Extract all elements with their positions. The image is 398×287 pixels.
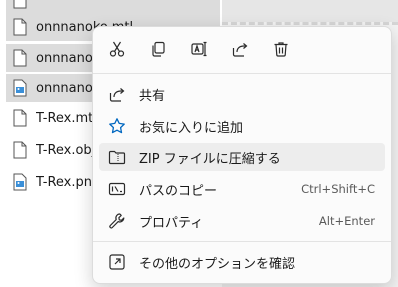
menu-item-add-favorite[interactable]: お気に入りに追加 xyxy=(99,112,385,140)
menu-item-shortcut: Alt+Enter xyxy=(318,214,375,228)
copy-icon xyxy=(149,40,167,62)
menu-item-label: ZIP ファイルに圧縮する xyxy=(139,151,281,167)
menu-item-properties[interactable]: プロパティ Alt+Enter xyxy=(99,207,385,235)
document-icon xyxy=(12,140,28,160)
share-button[interactable] xyxy=(224,35,256,67)
share-icon xyxy=(231,40,249,62)
context-menu: 共有 お気に入りに追加 ZIP ファイルに圧縮する パスのコピー Ctrl+Sh… xyxy=(92,26,392,284)
document-icon xyxy=(12,108,28,128)
menu-item-more-options[interactable]: その他のオプションを確認 xyxy=(99,248,385,276)
menu-item-label: 共有 xyxy=(139,88,166,104)
star-icon xyxy=(107,116,127,136)
delete-button[interactable] xyxy=(265,35,297,67)
menu-item-compress-zip[interactable]: ZIP ファイルに圧縮する xyxy=(99,143,385,171)
cut-icon xyxy=(108,40,126,62)
document-icon xyxy=(12,48,28,68)
menu-item-copy-path[interactable]: パスのコピー Ctrl+Shift+C xyxy=(99,175,385,203)
file-name: T-Rex.obj xyxy=(36,142,96,158)
wrench-icon xyxy=(107,211,127,231)
menu-item-share[interactable]: 共有 xyxy=(99,80,385,108)
cut-button[interactable] xyxy=(101,35,133,67)
rename-icon xyxy=(190,40,208,62)
zip-folder-icon xyxy=(107,147,127,167)
file-row[interactable] xyxy=(6,0,220,14)
pane-divider xyxy=(222,22,398,25)
pane-header xyxy=(222,0,398,22)
file-name: T-Rex.png xyxy=(36,174,101,190)
menu-item-label: お気に入りに追加 xyxy=(139,120,244,136)
image-file-icon xyxy=(12,172,28,192)
document-icon xyxy=(12,0,28,10)
menu-item-label: その他のオプションを確認 xyxy=(139,256,296,272)
image-file-icon xyxy=(12,78,28,98)
copy-path-icon xyxy=(107,179,127,199)
menu-separator xyxy=(93,73,391,74)
file-name: T-Rex.mtl xyxy=(36,110,97,126)
delete-icon xyxy=(272,40,290,62)
rename-button[interactable] xyxy=(183,35,215,67)
share-icon xyxy=(107,84,127,104)
more-options-icon xyxy=(107,252,127,272)
context-menu-toolbar xyxy=(101,35,297,67)
menu-item-shortcut: Ctrl+Shift+C xyxy=(301,182,375,196)
copy-button[interactable] xyxy=(142,35,174,67)
document-icon xyxy=(12,17,28,37)
menu-separator xyxy=(93,241,391,242)
menu-item-label: プロパティ xyxy=(139,215,204,231)
menu-item-label: パスのコピー xyxy=(139,183,218,199)
